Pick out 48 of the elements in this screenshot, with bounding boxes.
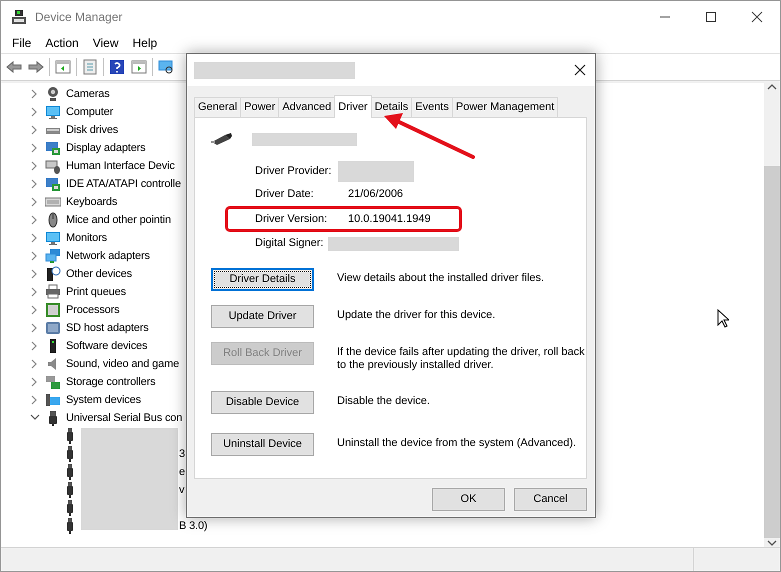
menu-item[interactable]: Help bbox=[126, 34, 164, 52]
tree-item[interactable]: B 3.0) bbox=[179, 518, 208, 534]
tree-item[interactable]: Other devices bbox=[66, 266, 132, 282]
tree-item[interactable]: Software devices bbox=[66, 338, 148, 354]
tree-item[interactable]: IDE ATA/ATAPI controlle bbox=[66, 176, 181, 192]
action-button[interactable]: Disable Device bbox=[211, 391, 314, 414]
tree-item[interactable]: Universal Serial Bus con bbox=[66, 410, 182, 426]
cancel-button[interactable]: Cancel bbox=[514, 488, 587, 511]
tree-item[interactable]: Cameras bbox=[66, 86, 110, 102]
ok-button[interactable]: OK bbox=[432, 488, 505, 511]
tree-item[interactable]: Computer bbox=[66, 104, 114, 120]
tree-item[interactable]: Display adapters bbox=[66, 140, 146, 156]
menu-item[interactable]: View bbox=[86, 34, 126, 52]
field-value: 10.0.19041.1949 bbox=[348, 212, 431, 227]
description-text: View details about the installed driver files. bbox=[337, 271, 546, 285]
action-button[interactable]: Uninstall Device bbox=[211, 433, 314, 456]
tree-item[interactable]: Network adapters bbox=[66, 248, 150, 264]
description-text: Disable the device. bbox=[337, 394, 431, 408]
field-label: Driver Version: bbox=[255, 212, 328, 227]
field-label: Digital Signer: bbox=[255, 236, 324, 252]
tab[interactable]: General bbox=[194, 97, 242, 117]
tree-item[interactable]: Disk drives bbox=[66, 122, 118, 138]
tree-item[interactable]: Mice and other pointin bbox=[66, 212, 171, 228]
action-button[interactable]: Update Driver bbox=[211, 305, 314, 328]
field-label: Driver Provider: bbox=[255, 164, 332, 180]
menu-item[interactable]: Action bbox=[38, 34, 86, 52]
menu-item[interactable]: File bbox=[5, 34, 38, 52]
tab[interactable]: Driver bbox=[334, 95, 372, 118]
tree-item[interactable]: Human Interface Devic bbox=[66, 158, 175, 174]
tree-item[interactable]: Storage controllers bbox=[66, 374, 156, 390]
tree-item[interactable]: Sound, video and game bbox=[66, 356, 180, 372]
description-text: If the device fails after updating the driver, roll back to the previously installed driver. bbox=[337, 345, 586, 372]
tab[interactable]: Power Management bbox=[452, 97, 558, 117]
window-title: Device Manager bbox=[35, 8, 122, 26]
description-text: Uninstall the device from the system (Advanced). bbox=[337, 436, 578, 450]
tree-item[interactable]: v bbox=[179, 482, 184, 498]
field-label: Driver Date: bbox=[255, 187, 314, 202]
tree-item[interactable]: Keyboards bbox=[66, 194, 118, 210]
tree-item[interactable]: Print queues bbox=[66, 284, 126, 300]
tree-item[interactable]: Processors bbox=[66, 302, 120, 318]
tree-item[interactable]: System devices bbox=[66, 392, 141, 408]
tree-item[interactable]: Monitors bbox=[66, 230, 107, 246]
tree-item[interactable]: 3 bbox=[179, 446, 185, 462]
description-text: Update the driver for this device. bbox=[337, 308, 496, 322]
field-value: 21/06/2006 bbox=[348, 187, 404, 202]
tree-item[interactable]: e bbox=[179, 464, 185, 480]
tree-item[interactable]: SD host adapters bbox=[66, 320, 149, 336]
action-button[interactable]: Driver Details bbox=[211, 268, 314, 291]
